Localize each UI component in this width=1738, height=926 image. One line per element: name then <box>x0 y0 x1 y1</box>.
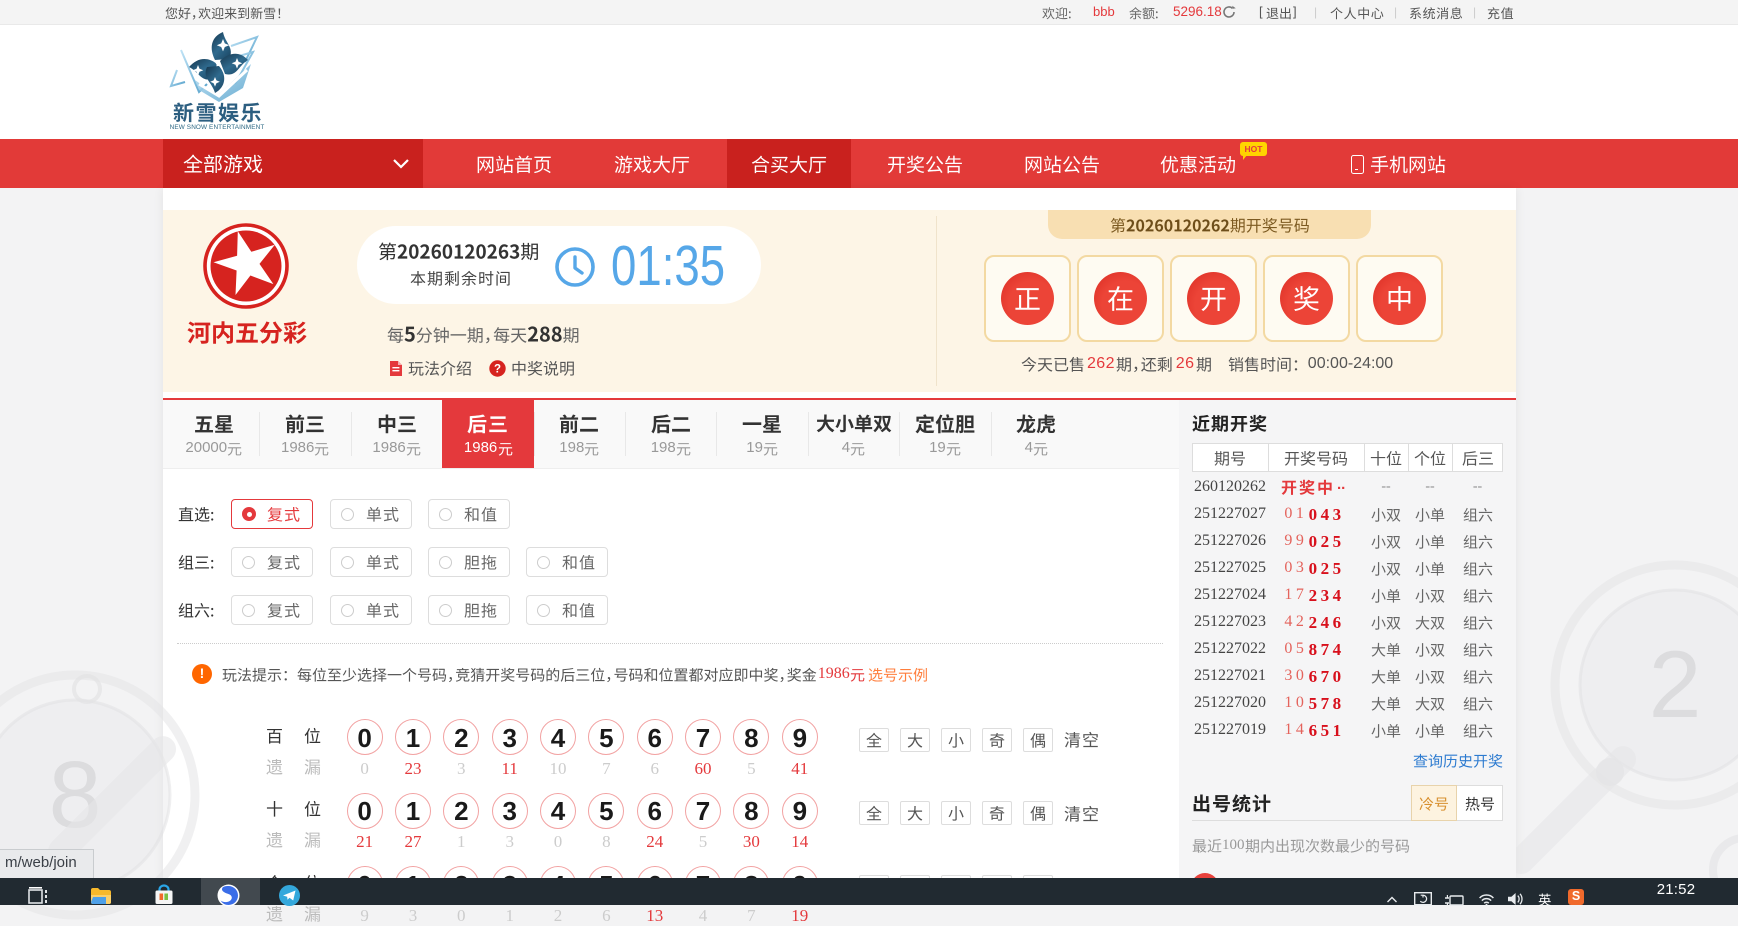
svg-text:2: 2 <box>1649 632 1702 738</box>
svg-text:?: ? <box>494 364 501 376</box>
